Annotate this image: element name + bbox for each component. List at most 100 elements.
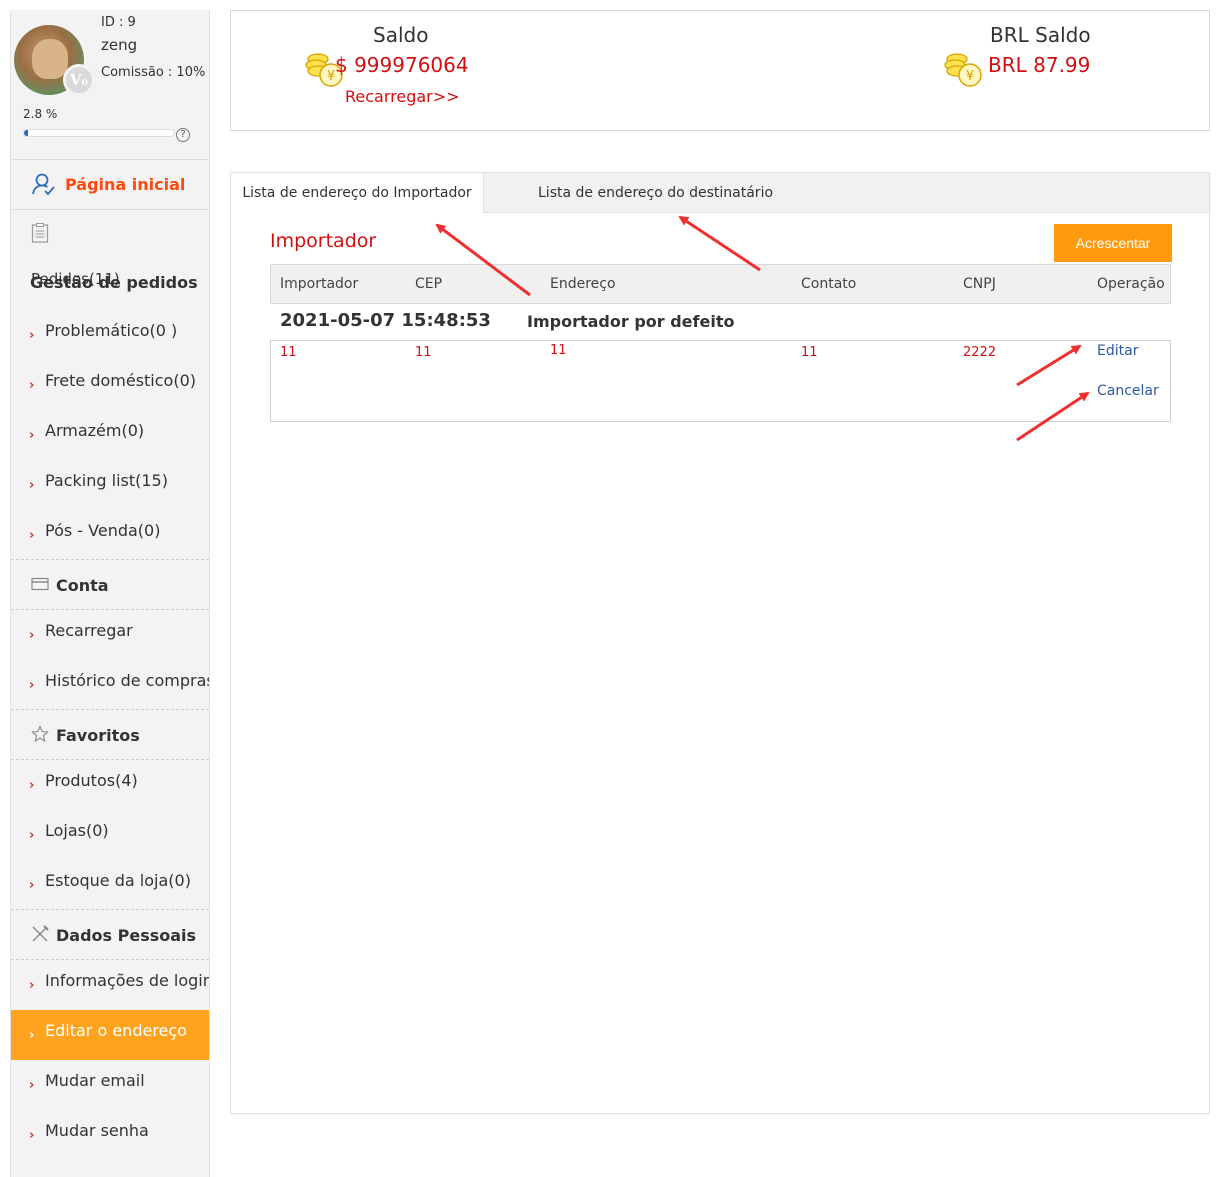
address-date: 2021-05-07 15:48:53 xyxy=(280,310,491,331)
sidebar: V₀ ID : 9 zeng Comissão : 10% 2.8 % ? Pá… xyxy=(10,10,210,1177)
tools-icon xyxy=(32,925,49,942)
chevron-right-icon: › xyxy=(29,878,35,893)
chevron-right-icon: › xyxy=(29,828,35,843)
credit-card-icon xyxy=(31,577,49,591)
nav-home[interactable]: Página inicial xyxy=(11,160,209,210)
nav-item-label: Mudar email xyxy=(45,1071,145,1090)
chevron-right-icon: › xyxy=(29,778,35,793)
level-progress-fill xyxy=(24,130,29,136)
tab-recipient-list[interactable]: Lista de endereço do destinatário xyxy=(538,173,773,214)
cancel-link[interactable]: Cancelar xyxy=(1097,383,1159,399)
nav-item-change-password[interactable]: › Mudar senha xyxy=(11,1110,209,1160)
column-header: Importador xyxy=(280,276,359,292)
chevron-right-icon: › xyxy=(29,628,35,643)
nav-item-purchase-history[interactable]: › Histórico de compras xyxy=(11,660,209,710)
balance-title: Saldo xyxy=(373,23,429,47)
section-title: Dados Pessoais xyxy=(56,926,197,945)
level-progress-text: 2.8 % xyxy=(23,107,58,121)
chevron-right-icon: › xyxy=(29,1128,35,1143)
chevron-right-icon: › xyxy=(29,328,35,343)
nav-item-label: Editar o endereço xyxy=(45,1021,187,1040)
nav-item-products[interactable]: › Produtos(4) xyxy=(11,760,209,810)
cell-cep: 11 xyxy=(415,345,432,360)
column-header: Contato xyxy=(801,276,857,292)
star-icon xyxy=(31,725,49,743)
user-id: ID : 9 xyxy=(101,15,136,30)
nav-item-label: Problemático(0 ) xyxy=(45,321,178,340)
chevron-right-icon: › xyxy=(29,528,35,543)
nav-item-label: Frete doméstico(0) xyxy=(45,371,196,390)
cell-address: 11 xyxy=(550,343,567,358)
default-importer-label: Importador por defeito xyxy=(527,312,735,331)
coins-icon: ¥ xyxy=(944,53,982,87)
nav-item-label: Pós - Venda(0) xyxy=(45,521,161,540)
nav-item-label: Lojas(0) xyxy=(45,821,109,840)
tab-bar: Lista de endereço do Importador Lista de… xyxy=(231,173,1209,214)
brl-balance-title: BRL Saldo xyxy=(990,23,1091,47)
svg-text:¥: ¥ xyxy=(327,69,335,84)
nav-item-label: Mudar senha xyxy=(45,1121,149,1140)
nav-item-change-email[interactable]: › Mudar email xyxy=(11,1060,209,1110)
column-header: CEP xyxy=(415,276,443,292)
user-profile: V₀ ID : 9 zeng Comissão : 10% 2.8 % ? xyxy=(11,10,209,160)
nav-item-edit-address[interactable]: › Editar o endereço xyxy=(11,1010,209,1060)
nav-item-packing-list[interactable]: › Packing list(15) xyxy=(11,460,209,510)
cell-importer: 11 xyxy=(280,345,297,360)
help-icon[interactable]: ? xyxy=(176,128,190,142)
nav-item-domestic-freight[interactable]: › Frete doméstico(0) xyxy=(11,360,209,410)
level-progress-bar xyxy=(23,129,175,137)
table-row: 11 11 11 11 2222 Editar Cancelar xyxy=(270,340,1171,422)
orders-section-title: Gestão de pedidos xyxy=(30,273,198,292)
user-icon xyxy=(32,173,55,196)
nav-item-label: Recarregar xyxy=(45,621,133,640)
commission-rate: Comissão : 10% xyxy=(101,65,206,80)
tab-importer-list[interactable]: Lista de endereço do Importador xyxy=(231,173,484,214)
chevron-right-icon: › xyxy=(29,478,35,493)
nav-orders-icon-row[interactable] xyxy=(11,210,209,260)
chevron-right-icon: › xyxy=(29,378,35,393)
column-header: Operação xyxy=(1097,276,1165,292)
chevron-right-icon: › xyxy=(29,1078,35,1093)
nav-item-label: Estoque da loja(0) xyxy=(45,871,191,890)
section-title: Favoritos xyxy=(56,726,140,745)
column-header: CNPJ xyxy=(963,276,996,292)
balance-panel: Saldo ¥ $ 999976064 Recarregar>> BRL Sal… xyxy=(230,10,1210,131)
address-panel: Lista de endereço do Importador Lista de… xyxy=(230,172,1210,1114)
nav-item-label: Produtos(4) xyxy=(45,771,138,790)
nav-item-label: Armazém(0) xyxy=(45,421,145,440)
nav-item-problematic[interactable]: › Problemático(0 ) xyxy=(11,310,209,360)
chevron-right-icon: › xyxy=(29,1028,35,1043)
vip-level-badge: V₀ xyxy=(63,64,95,96)
recharge-link[interactable]: Recarregar>> xyxy=(345,87,460,106)
nav-section-favorites: Favoritos xyxy=(11,710,209,760)
table-header: Importador CEP Endereço Contato CNPJ Ope… xyxy=(270,264,1171,304)
cell-cnpj: 2222 xyxy=(963,345,997,360)
nav-section-personal: Dados Pessoais xyxy=(11,910,209,960)
chevron-right-icon: › xyxy=(29,428,35,443)
nav-item-login-info[interactable]: › Informações de login xyxy=(11,960,209,1010)
nav-orders-section[interactable]: Pedidos(11) Gestão de pedidos xyxy=(11,260,209,310)
brl-balance-amount: BRL 87.99 xyxy=(988,53,1091,77)
column-header: Endereço xyxy=(550,276,616,292)
nav-item-after-sales[interactable]: › Pós - Venda(0) xyxy=(11,510,209,560)
nav-item-label: Informações de login xyxy=(45,971,209,990)
nav-item-warehouse[interactable]: › Armazém(0) xyxy=(11,410,209,460)
clipboard-icon xyxy=(31,223,49,243)
section-title: Conta xyxy=(56,576,109,595)
nav-item-store-stock[interactable]: › Estoque da loja(0) xyxy=(11,860,209,910)
nav-item-recharge[interactable]: › Recarregar xyxy=(11,610,209,660)
edit-link[interactable]: Editar xyxy=(1097,343,1138,359)
svg-text:¥: ¥ xyxy=(966,69,974,84)
nav-home-label: Página inicial xyxy=(65,175,186,194)
nav-item-stores[interactable]: › Lojas(0) xyxy=(11,810,209,860)
user-name: zeng xyxy=(101,36,138,54)
chevron-right-icon: › xyxy=(29,978,35,993)
nav-item-label: Histórico de compras xyxy=(45,671,209,690)
cell-contact: 11 xyxy=(801,345,818,360)
importer-section-title: Importador xyxy=(270,230,377,252)
balance-amount: $ 999976064 xyxy=(335,53,469,77)
add-button[interactable]: Acrescentar xyxy=(1054,224,1172,262)
nav-item-label: Packing list(15) xyxy=(45,471,168,490)
chevron-right-icon: › xyxy=(29,678,35,693)
nav-section-account: Conta xyxy=(11,560,209,610)
